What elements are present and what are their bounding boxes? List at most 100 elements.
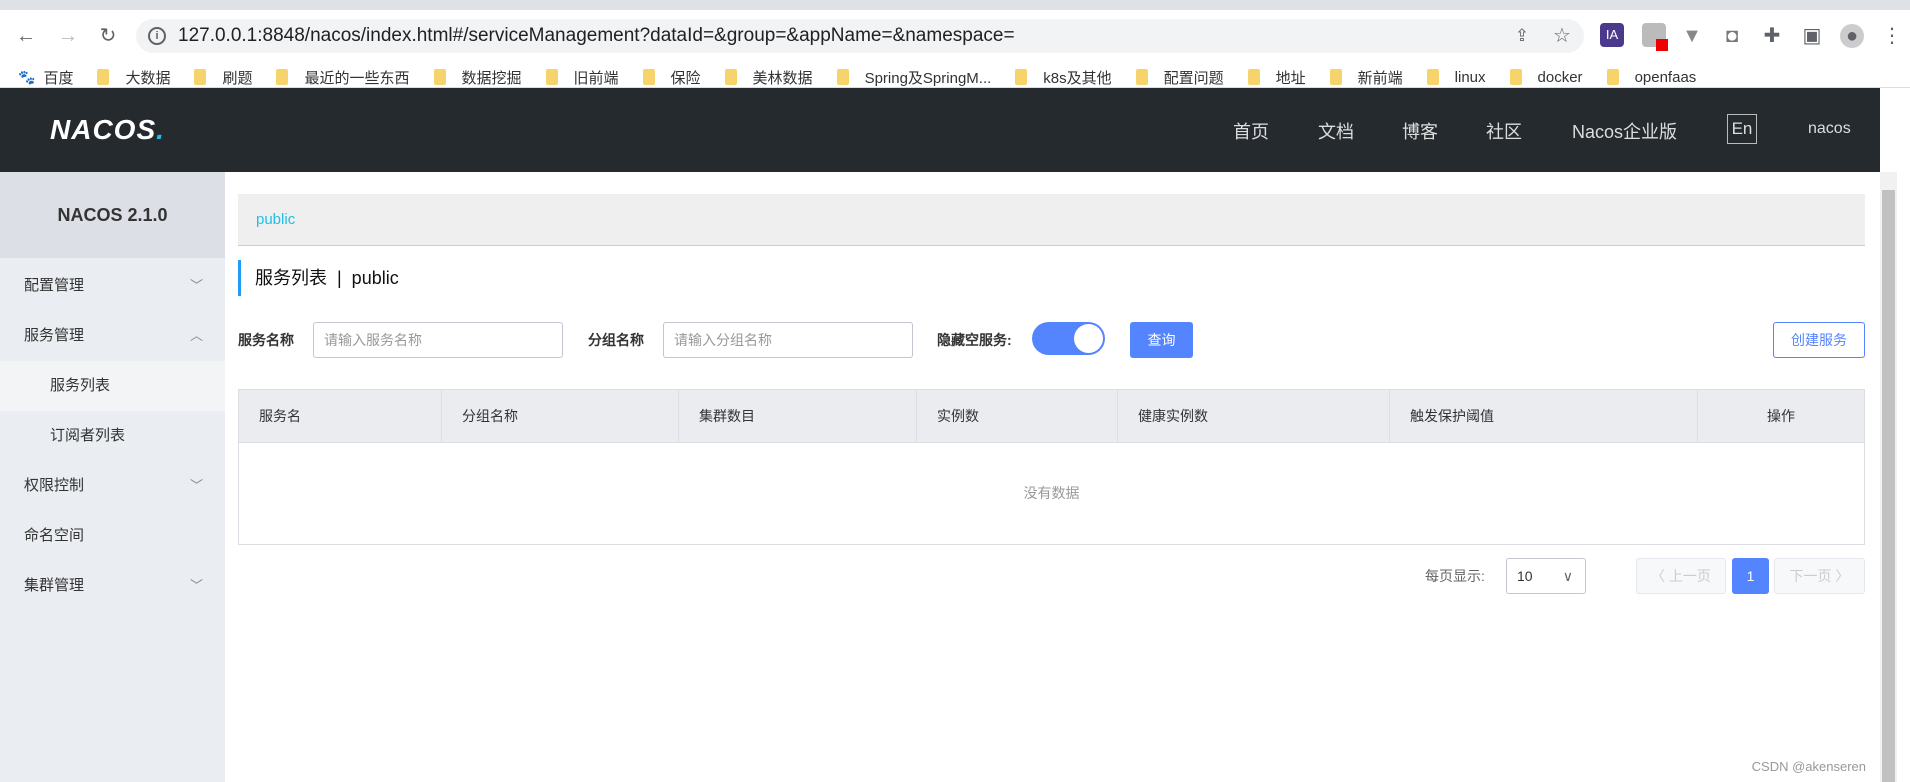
bookmark-star-icon[interactable]: ☆	[1550, 24, 1574, 48]
folder-icon	[1426, 69, 1439, 85]
sidebar-item-auth[interactable]: 权限控制 ﹀	[0, 461, 225, 511]
site-info-icon[interactable]: i	[148, 27, 166, 45]
sidebar-item-namespace[interactable]: 命名空间	[0, 511, 225, 561]
chevron-down-icon: ﹀	[189, 278, 203, 293]
folder-icon	[642, 69, 655, 85]
folder-icon	[1606, 69, 1619, 85]
language-switch[interactable]: En	[1727, 114, 1757, 144]
back-icon[interactable]: ←	[14, 24, 38, 48]
bookmark-item[interactable]: 刷题	[194, 67, 252, 88]
chevron-up-icon: ︿	[189, 328, 203, 343]
bookmark-item[interactable]: k8s及其他	[1015, 67, 1112, 88]
sidepanel-icon[interactable]: ▣	[1800, 24, 1824, 48]
chevron-down-icon: ﹀	[189, 578, 203, 593]
extensions-puzzle-icon[interactable]: ✚	[1760, 24, 1784, 48]
bookmark-label: 新前端	[1357, 69, 1403, 87]
folder-icon	[1015, 69, 1028, 85]
bookmark-label: 百度	[43, 69, 74, 87]
col-instance-count: 实例数	[917, 390, 1118, 443]
query-button[interactable]: 查询	[1130, 322, 1193, 358]
folder-icon	[97, 69, 110, 85]
page-1-button[interactable]: 1	[1732, 558, 1769, 594]
bookmark-label: 配置问题	[1163, 69, 1224, 87]
col-healthy-count: 健康实例数	[1118, 390, 1390, 443]
create-service-button[interactable]: 创建服务	[1773, 322, 1865, 358]
menu-icon[interactable]: ⋮	[1880, 24, 1904, 48]
bookmark-item[interactable]: linux	[1426, 69, 1486, 86]
bookmark-item[interactable]: openfaas	[1606, 69, 1696, 86]
nav-enterprise[interactable]: Nacos企业版	[1572, 118, 1677, 144]
bookmark-item[interactable]: docker	[1509, 69, 1583, 86]
sidebar-item-service[interactable]: 服务管理 ︿	[0, 311, 225, 361]
bookmark-label: 旧前端	[573, 69, 619, 87]
bookmark-label: 数据挖掘	[461, 69, 522, 87]
share-icon[interactable]: ⇪	[1510, 24, 1534, 48]
extension-ia-icon[interactable]: IA	[1600, 23, 1624, 47]
bookmark-item[interactable]: 美林数据	[724, 67, 813, 88]
table-header: 服务名 分组名称 集群数目 实例数 健康实例数 触发保护阈值 操作	[239, 390, 1864, 443]
folder-icon	[545, 69, 558, 85]
sidebar-item-config[interactable]: 配置管理 ﹀	[0, 261, 225, 311]
nav-docs[interactable]: 文档	[1318, 118, 1354, 144]
nav-home[interactable]: 首页	[1233, 118, 1269, 144]
col-service-name: 服务名	[239, 390, 442, 443]
scrollbar-thumb[interactable]	[1882, 190, 1895, 782]
extension-icon[interactable]	[1642, 23, 1668, 51]
browser-toolbar: ← → ↻ i 127.0.0.1:8848/nacos/index.html#/…	[0, 10, 1910, 88]
col-threshold: 触发保护阈值	[1390, 390, 1698, 443]
page-size-label: 每页显示:	[1425, 568, 1485, 584]
bookmark-item[interactable]: Spring及SpringM...	[836, 67, 991, 88]
folder-icon	[836, 69, 849, 85]
bookmark-label: 大数据	[125, 69, 171, 87]
extension-icon[interactable]: ◘	[1720, 24, 1744, 48]
sidebar: NACOS 2.1.0 配置管理 ﹀ 服务管理 ︿ 服务列表 订阅者列表 权限控制 ﹀…	[0, 172, 225, 782]
col-cluster-count: 集群数目	[679, 390, 917, 443]
bookmark-item[interactable]: 新前端	[1329, 67, 1403, 88]
bookmark-label: 美林数据	[752, 69, 813, 87]
reload-icon[interactable]: ↻	[96, 24, 120, 48]
bookmark-item[interactable]: 🐾 百度	[18, 67, 73, 88]
chevron-down-icon: ﹀	[189, 478, 203, 493]
sidebar-item-subscribers[interactable]: 订阅者列表	[0, 411, 225, 461]
tab-strip	[0, 0, 1910, 10]
folder-icon	[724, 69, 737, 85]
bookmark-label: 最近的一些东西	[304, 69, 410, 87]
folder-icon	[1509, 69, 1522, 85]
bookmark-label: k8s及其他	[1043, 69, 1112, 87]
nacos-logo[interactable]: NACOS.	[50, 114, 165, 146]
bookmark-label: 地址	[1275, 69, 1306, 87]
group-name-input[interactable]: 请输入分组名称	[663, 322, 913, 358]
prev-page-button[interactable]: 〈 上一页	[1636, 558, 1726, 594]
nav-community[interactable]: 社区	[1486, 118, 1522, 144]
address-bar[interactable]: i 127.0.0.1:8848/nacos/index.html#/servic…	[136, 19, 1584, 53]
folder-icon	[1135, 69, 1148, 85]
chevron-down-icon: ∨	[1562, 568, 1573, 584]
next-page-button[interactable]: 下一页 〉	[1774, 558, 1865, 594]
bookmark-item[interactable]: 最近的一些东西	[276, 67, 410, 88]
url-text: 127.0.0.1:8848/nacos/index.html#/service…	[178, 25, 1015, 46]
folder-icon	[433, 69, 446, 85]
empty-message: 没有数据	[1023, 485, 1080, 501]
bookmark-item[interactable]: 保险	[642, 67, 701, 88]
page-size-select[interactable]: 10 ∨	[1506, 558, 1586, 594]
forward-icon[interactable]: →	[56, 24, 80, 48]
bookmark-item[interactable]: 数据挖掘	[433, 67, 522, 88]
sidebar-item-service-list[interactable]: 服务列表	[0, 361, 225, 411]
profile-avatar-icon[interactable]: ●	[1840, 24, 1864, 48]
sidebar-item-cluster[interactable]: 集群管理 ﹀	[0, 561, 225, 611]
nav-blog[interactable]: 博客	[1402, 118, 1438, 144]
bookmark-item[interactable]: 配置问题	[1135, 67, 1224, 88]
extension-v-icon[interactable]: ▼	[1680, 24, 1704, 48]
bookmark-item[interactable]: 旧前端	[545, 67, 619, 88]
hide-empty-toggle[interactable]	[1032, 322, 1105, 355]
bookmark-item[interactable]: 大数据	[97, 67, 170, 88]
service-name-label: 服务名称	[238, 332, 294, 348]
namespace-public[interactable]: public	[256, 211, 295, 228]
page-title: 服务列表 | public	[238, 260, 399, 296]
bookmark-label: 保险	[670, 69, 701, 87]
service-name-input[interactable]: 请输入服务名称	[313, 322, 563, 358]
user-menu[interactable]: nacos	[1808, 120, 1851, 138]
bookmark-label: 刷题	[222, 69, 253, 87]
bookmarks-bar: 🐾 百度 大数据 刷题 最近的一些东西 数据挖掘 旧前端 保险 美林数据 Spring及Sprin…	[18, 65, 1720, 89]
bookmark-item[interactable]: 地址	[1247, 67, 1306, 88]
